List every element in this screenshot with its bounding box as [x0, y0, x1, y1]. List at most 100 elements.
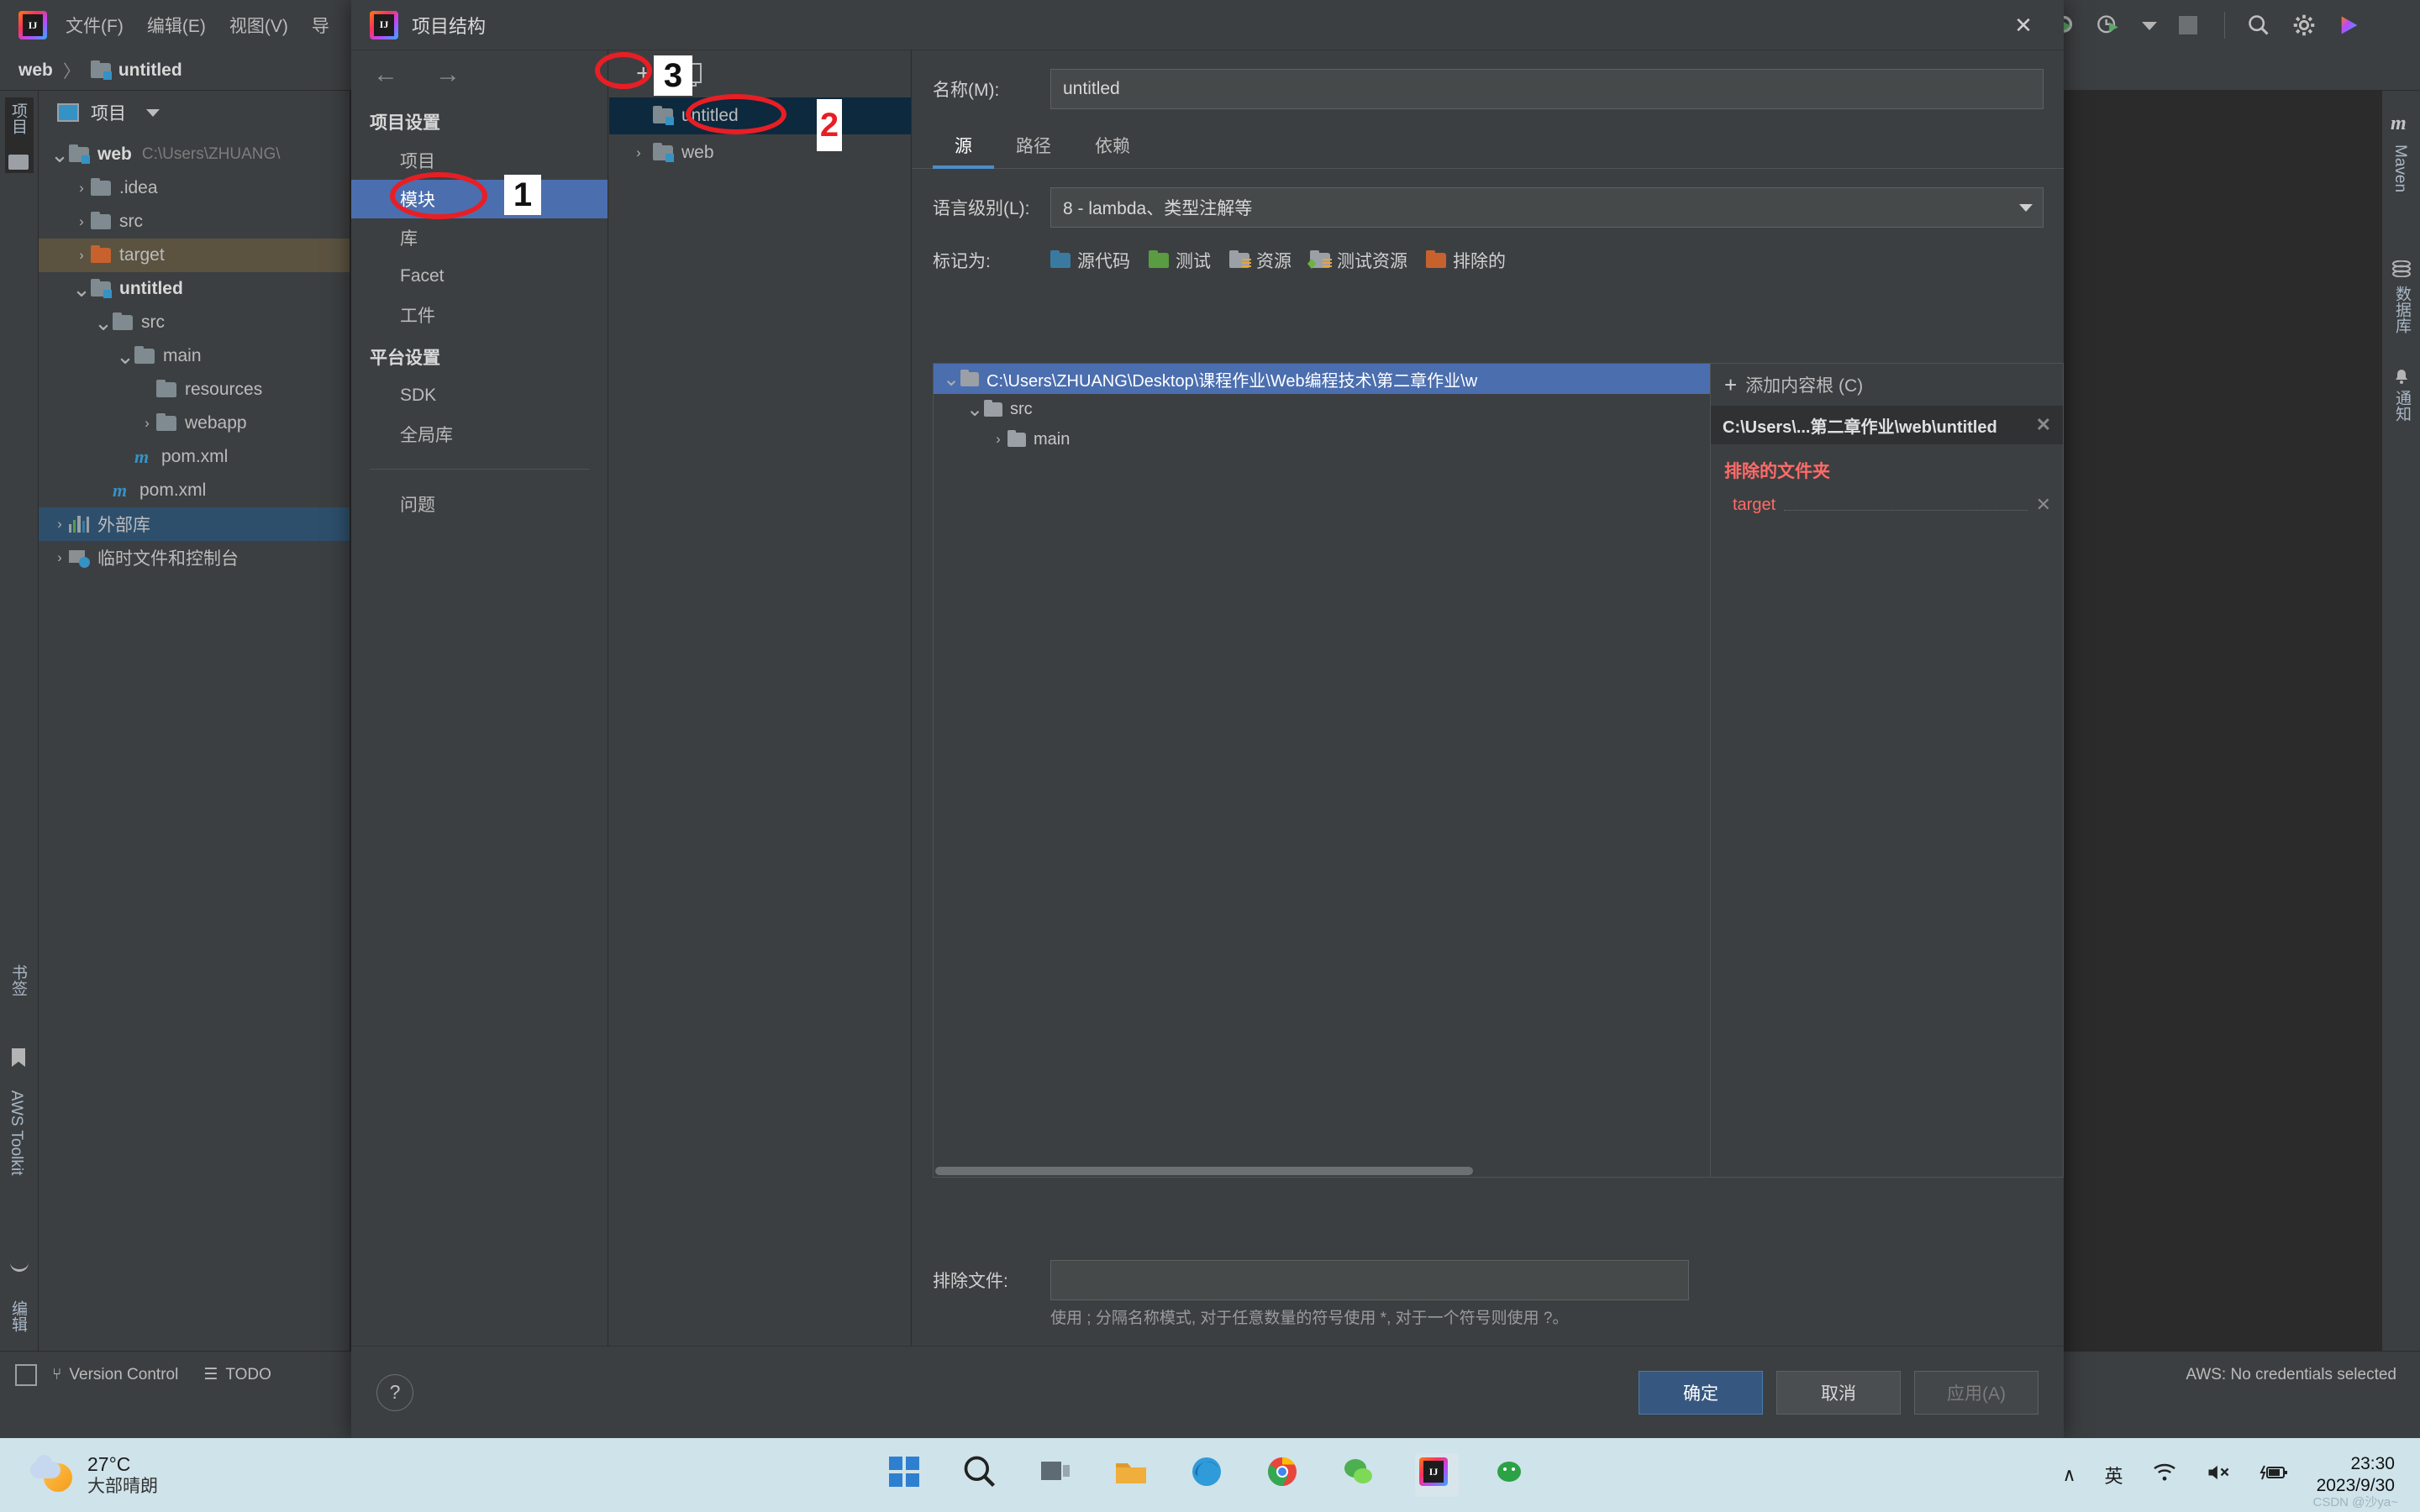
menu-file[interactable]: 文件(F): [66, 13, 124, 38]
chevron-right-icon[interactable]: ›: [72, 247, 91, 264]
help-button[interactable]: ?: [376, 1373, 413, 1411]
remove-excluded-folder-icon[interactable]: ✕: [2036, 494, 2051, 516]
intellij-taskbar-icon[interactable]: [1415, 1453, 1459, 1497]
back-arrow-icon[interactable]: ←: [373, 60, 398, 89]
project-tree-row[interactable]: m pom.xml: [39, 440, 350, 474]
chevron-down-icon[interactable]: ⌄: [965, 399, 984, 419]
chevron-down-icon[interactable]: [146, 108, 160, 117]
tab-dependencies[interactable]: 依赖: [1073, 133, 1152, 168]
tool-window-maven[interactable]: Maven: [2391, 144, 2409, 192]
project-tree-row[interactable]: resources: [39, 373, 350, 407]
wechat-devtool-icon[interactable]: [1491, 1453, 1534, 1497]
wechat-icon[interactable]: [1339, 1453, 1383, 1497]
module-untitled[interactable]: untitled: [609, 97, 911, 134]
chevron-right-icon[interactable]: ›: [989, 431, 1007, 448]
ok-button[interactable]: 确定: [1639, 1370, 1763, 1415]
project-tree-row[interactable]: › .idea: [39, 171, 350, 205]
wifi-icon[interactable]: [2152, 1462, 2177, 1488]
project-tree-row[interactable]: › webapp: [39, 407, 350, 440]
project-tree-row[interactable]: › 临时文件和控制台: [39, 541, 350, 575]
sidebar-item-libraries[interactable]: 库: [351, 218, 608, 257]
project-tree-row[interactable]: › 外部库: [39, 507, 350, 541]
weather-widget[interactable]: 27°C 大部晴朗: [30, 1452, 158, 1499]
forward-arrow-icon[interactable]: →: [435, 60, 460, 89]
mark-as-sources[interactable]: 源代码: [1050, 248, 1130, 273]
chevron-down-icon[interactable]: ⌄: [72, 278, 91, 300]
stop-icon[interactable]: [2179, 13, 2202, 37]
sidebar-item-global-libraries[interactable]: 全局库: [351, 415, 608, 454]
edge-icon[interactable]: [1188, 1453, 1232, 1497]
chevron-right-icon[interactable]: ›: [50, 516, 69, 533]
sidebar-item-artifacts[interactable]: 工件: [351, 296, 608, 334]
module-name-input[interactable]: untitled: [1050, 69, 2044, 109]
content-root-row[interactable]: C:\Users\...第二章作业\web\untitled ✕: [1711, 406, 2063, 444]
sidebar-item-facets[interactable]: Facet: [351, 257, 608, 296]
project-tree-row[interactable]: › src: [39, 205, 350, 239]
project-tree-row[interactable]: › target: [39, 239, 350, 272]
sidebar-item-modules[interactable]: 模块: [351, 180, 608, 218]
sidebar-item-problems[interactable]: 问题: [351, 485, 608, 523]
status-version-control[interactable]: ⑂ Version Control: [52, 1366, 178, 1384]
ai-assistant-icon[interactable]: [2338, 13, 2361, 37]
project-tree-row[interactable]: ⌄ untitled: [39, 272, 350, 306]
profiler-icon[interactable]: [2096, 13, 2120, 37]
content-tree-row[interactable]: ⌄ src: [934, 394, 1710, 424]
project-tree-row[interactable]: ⌄ src: [39, 306, 350, 339]
menu-navigate[interactable]: 导: [312, 13, 329, 38]
module-web[interactable]: › web: [609, 134, 911, 171]
mark-as-tests[interactable]: 测试: [1149, 248, 1211, 273]
start-button[interactable]: [886, 1453, 929, 1497]
battery-charging-icon[interactable]: [2259, 1463, 2288, 1487]
mark-as-excluded[interactable]: 排除的: [1426, 248, 1506, 273]
search-icon[interactable]: [2247, 13, 2270, 37]
chevron-down-icon[interactable]: ⌄: [94, 312, 113, 333]
project-tree-row[interactable]: ⌄ main: [39, 339, 350, 373]
chevron-right-icon[interactable]: ›: [138, 415, 156, 432]
content-root-tree[interactable]: ⌄ C:\Users\ZHUANG\Desktop\课程作业\Web编程技术\第二…: [933, 363, 1711, 1178]
menu-edit[interactable]: 编辑(E): [147, 13, 206, 38]
search-icon[interactable]: [961, 1453, 1005, 1497]
chevron-right-icon[interactable]: ›: [629, 144, 648, 161]
file-explorer-icon[interactable]: [1113, 1453, 1156, 1497]
chevron-down-icon[interactable]: ⌄: [50, 144, 69, 165]
menu-view[interactable]: 视图(V): [229, 13, 288, 38]
task-view-icon[interactable]: [1037, 1453, 1081, 1497]
chevron-right-icon[interactable]: ›: [50, 549, 69, 566]
language-level-select[interactable]: 8 - lambda、类型注解等: [1050, 187, 2044, 228]
apply-button[interactable]: 应用(A): [1914, 1370, 2039, 1415]
tool-window-edit[interactable]: 编辑: [7, 1300, 29, 1332]
layout-icon[interactable]: [15, 1363, 37, 1386]
breadcrumb-module[interactable]: untitled: [118, 60, 182, 81]
volume-muted-icon[interactable]: [2206, 1462, 2231, 1488]
tab-sources[interactable]: 源: [933, 133, 994, 169]
cancel-button[interactable]: 取消: [1776, 1370, 1901, 1415]
folder-icon[interactable]: [8, 155, 29, 170]
sidebar-item-sdks[interactable]: SDK: [351, 376, 608, 415]
content-tree-row[interactable]: ⌄ C:\Users\ZHUANG\Desktop\课程作业\Web编程技术\第二…: [934, 364, 1710, 394]
tool-window-bookmarks[interactable]: 书签: [7, 964, 29, 996]
tool-window-aws[interactable]: AWS Toolkit: [7, 1090, 25, 1175]
gear-icon[interactable]: [2292, 13, 2316, 37]
tool-window-project[interactable]: 项目: [7, 102, 29, 134]
status-aws-label[interactable]: AWS: No credentials selected: [2186, 1366, 2396, 1384]
add-content-root-button[interactable]: + 添加内容根 (C): [1711, 364, 2063, 406]
chevron-right-icon[interactable]: ›: [72, 213, 91, 230]
ime-indicator[interactable]: 英: [2105, 1462, 2123, 1488]
excluded-folder-row[interactable]: target ✕: [1711, 488, 2063, 522]
mark-as-test-resources[interactable]: 测试资源: [1307, 248, 1407, 273]
content-tree-row[interactable]: › main: [934, 424, 1710, 454]
exclude-files-input[interactable]: [1050, 1260, 1689, 1301]
project-tree-row[interactable]: m pom.xml: [39, 474, 350, 507]
chevron-down-icon[interactable]: ⌄: [942, 369, 960, 389]
sidebar-item-project[interactable]: 项目: [351, 141, 608, 180]
tool-window-database[interactable]: 数据库: [2391, 286, 2413, 333]
tray-chevron-icon[interactable]: ∧: [2062, 1464, 2075, 1486]
horizontal-scrollbar[interactable]: [935, 1167, 1473, 1175]
project-tree[interactable]: ⌄ web C:\Users\ZHUANG\ › .idea › src › target ⌄ un…: [39, 134, 350, 575]
chevron-down-icon[interactable]: ⌄: [116, 345, 134, 367]
remove-content-root-icon[interactable]: ✕: [2036, 414, 2051, 436]
status-todo[interactable]: ☰ TODO: [203, 1365, 271, 1384]
project-tree-row[interactable]: ⌄ web C:\Users\ZHUANG\: [39, 138, 350, 171]
tool-window-notifications[interactable]: 通知: [2391, 390, 2413, 422]
mark-as-resources[interactable]: 资源: [1229, 248, 1292, 273]
